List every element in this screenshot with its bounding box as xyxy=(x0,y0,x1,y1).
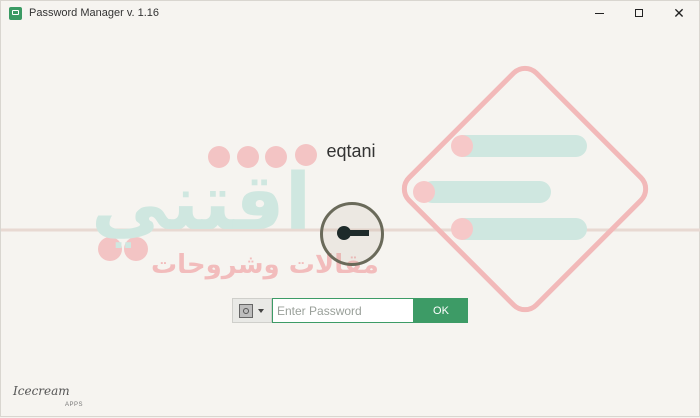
close-button[interactable]: ✕ xyxy=(659,1,699,25)
brand-sub: APPS xyxy=(65,402,84,408)
minimize-icon xyxy=(594,12,604,14)
key-file-icon xyxy=(239,303,253,318)
chevron-down-icon xyxy=(258,308,264,313)
window-controls: ✕ xyxy=(579,1,699,25)
watermark-diamond xyxy=(401,65,649,313)
watermark-arabic-main: اقتني xyxy=(91,158,311,248)
brand-name: Icecream xyxy=(13,384,70,398)
password-input[interactable] xyxy=(272,298,414,323)
user-avatar xyxy=(320,202,384,266)
maximize-button[interactable] xyxy=(619,1,659,25)
username-label: eqtani xyxy=(326,141,376,161)
title-bar[interactable]: Password Manager v. 1.16 ✕ xyxy=(1,1,699,25)
login-row: OK xyxy=(232,298,468,323)
ok-button[interactable]: OK xyxy=(414,298,468,323)
key-type-dropdown[interactable] xyxy=(232,298,272,323)
key-avatar-icon xyxy=(337,226,369,240)
maximize-icon xyxy=(635,9,643,17)
app-icon xyxy=(9,6,22,20)
icecream-apps-logo: Icecream APPS xyxy=(13,382,83,408)
close-icon: ✕ xyxy=(673,5,685,21)
app-window: Password Manager v. 1.16 ✕ اقتني مقالات … xyxy=(0,0,700,417)
window-title: Password Manager v. 1.16 xyxy=(29,7,160,19)
minimize-button[interactable] xyxy=(579,1,619,25)
